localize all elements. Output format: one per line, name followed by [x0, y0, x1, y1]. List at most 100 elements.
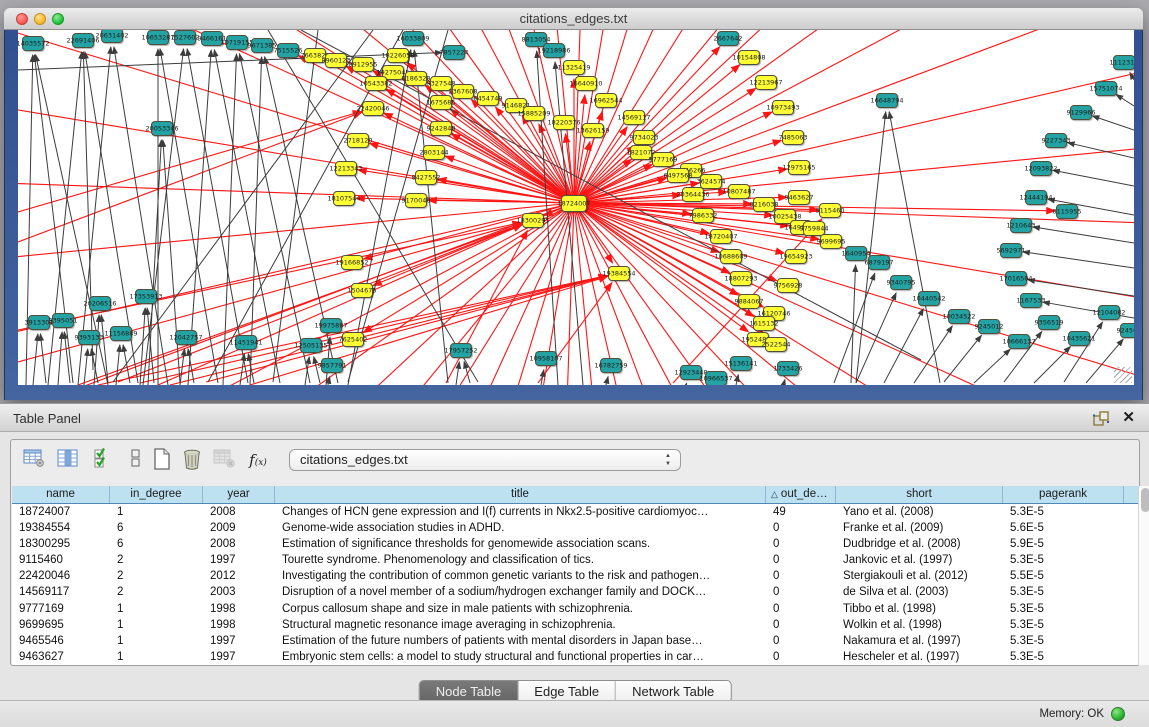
table-cell[interactable]: 0: [766, 520, 836, 536]
table-cell[interactable]: Tourette syndrome. Phenomenology and cla…: [275, 552, 766, 568]
graph-node[interactable]: 10435621: [1068, 331, 1090, 346]
graph-node[interactable]: 10440542: [918, 291, 940, 306]
tab-node-table[interactable]: Node Table: [420, 681, 519, 702]
table-cell[interactable]: 1998: [203, 617, 275, 633]
graph-node[interactable]: 18720407: [710, 229, 732, 244]
delete-column-button[interactable]: [179, 448, 205, 472]
graph-node[interactable]: 6497568: [667, 168, 689, 183]
graph-node[interactable]: 10653287: [147, 30, 169, 45]
table-cell[interactable]: 2: [110, 552, 203, 568]
table-cell[interactable]: Yano et al. (2008): [836, 504, 1003, 520]
table-cell[interactable]: 1997: [203, 649, 275, 665]
graph-node[interactable]: 16640910: [575, 76, 597, 91]
table-cell[interactable]: Franke et al. (2009): [836, 520, 1003, 536]
show-columns-button[interactable]: [55, 448, 81, 472]
table-cell[interactable]: 1: [110, 504, 203, 520]
table-cell[interactable]: 0: [766, 617, 836, 633]
table-cell[interactable]: 5.3E-5: [1003, 584, 1124, 600]
deselect-all-button[interactable]: [123, 448, 149, 472]
graph-node[interactable]: 1167533: [1020, 293, 1042, 308]
graph-node[interactable]: 9756928: [777, 278, 799, 293]
graph-node[interactable]: 16782759: [600, 358, 622, 373]
table-cell[interactable]: Changes of HCN gene expression and I(f) …: [275, 504, 766, 520]
close-panel-icon[interactable]: ✕: [1122, 408, 1135, 426]
graph-node[interactable]: 8454749: [477, 91, 499, 106]
graph-node[interactable]: 18807293: [730, 271, 752, 286]
graph-node[interactable]: 9115460: [819, 203, 841, 218]
table-cell[interactable]: 1997: [203, 552, 275, 568]
table-row[interactable]: 977716911998Corpus callosum shape and si…: [12, 601, 1138, 617]
graph-node[interactable]: 12042757: [175, 330, 197, 345]
create-column-button[interactable]: [149, 448, 175, 472]
table-cell[interactable]: 9463627: [12, 649, 110, 665]
graph-node[interactable]: 9393133: [78, 330, 100, 345]
table-cell[interactable]: 0: [766, 568, 836, 584]
graph-node[interactable]: 18226058: [387, 48, 409, 63]
graph-node[interactable]: 19166852: [341, 255, 363, 270]
graph-node[interactable]: 15136141: [730, 356, 752, 371]
graph-node[interactable]: 1675685: [430, 95, 452, 110]
graph-node[interactable]: 10719155: [226, 35, 248, 50]
graph-node[interactable]: 1112312: [1113, 55, 1134, 70]
graph-node[interactable]: 14035572: [22, 36, 44, 51]
table-cell[interactable]: 5.3E-5: [1003, 649, 1124, 665]
resize-grip-icon[interactable]: [1114, 367, 1132, 383]
graph-node[interactable]: 18300295: [522, 213, 544, 228]
graph-node[interactable]: 2718120: [347, 133, 369, 148]
graph-node[interactable]: 9245012: [978, 319, 1000, 334]
graph-node[interactable]: 10958107: [535, 351, 557, 366]
table-cell[interactable]: 5.6E-5: [1003, 520, 1124, 536]
table-cell[interactable]: 2: [110, 568, 203, 584]
graph-node[interactable]: 15751074: [1095, 81, 1117, 96]
table-cell[interactable]: 5.3E-5: [1003, 601, 1124, 617]
graph-node[interactable]: 1640954: [845, 246, 867, 261]
graph-node[interactable]: 16033809: [402, 31, 424, 46]
table-cell[interactable]: 5.3E-5: [1003, 552, 1124, 568]
table-cell[interactable]: 2012: [203, 568, 275, 584]
graph-node[interactable]: 9170046: [405, 193, 427, 208]
table-cell[interactable]: 19384554: [12, 520, 110, 536]
graph-node[interactable]: 10154808: [738, 50, 760, 65]
graph-node[interactable]: 10666137: [1008, 334, 1030, 349]
graph-node[interactable]: 22420046: [362, 101, 384, 116]
table-row[interactable]: 1456911722003Disruption of a novel membe…: [12, 584, 1138, 600]
column-header-pagerank[interactable]: pagerank: [1003, 486, 1124, 503]
table-cell[interactable]: 9465546: [12, 633, 110, 649]
graph-node[interactable]: 19384554: [608, 266, 630, 281]
graph-node[interactable]: 2667642: [717, 31, 739, 46]
table-cell[interactable]: Wolkin et al. (1998): [836, 617, 1003, 633]
table-row[interactable]: 1938455462009Genome-wide association stu…: [12, 520, 1138, 536]
graph-node[interactable]: 12104082: [1098, 305, 1120, 320]
graph-node[interactable]: 6879197: [868, 255, 890, 270]
table-cell[interactable]: de Silva et al. (2003): [836, 584, 1003, 600]
graph-node[interactable]: 17016504: [1005, 271, 1027, 286]
graph-node[interactable]: 20053346: [151, 121, 173, 136]
graph-node[interactable]: 9245032: [1120, 323, 1134, 338]
graph-node[interactable]: 5692971: [1000, 243, 1022, 258]
graph-node[interactable]: 1504675: [351, 283, 373, 298]
graph-node[interactable]: 9340795: [890, 275, 912, 290]
graph-node[interactable]: 9356519: [1038, 315, 1060, 330]
table-row[interactable]: 911546021997Tourette syndrome. Phenomeno…: [12, 552, 1138, 568]
table-cell[interactable]: 18724007: [12, 504, 110, 520]
table-cell[interactable]: 22420046: [12, 568, 110, 584]
graph-node[interactable]: 10966537: [705, 371, 727, 385]
graph-node[interactable]: 3624574: [700, 174, 722, 189]
graph-node[interactable]: 8427552: [415, 170, 437, 185]
graph-node[interactable]: 9463627: [788, 190, 810, 205]
graph-node[interactable]: 1527602: [174, 30, 196, 45]
table-cell[interactable]: 2: [110, 584, 203, 600]
graph-node[interactable]: 15885209: [523, 106, 545, 121]
graph-node[interactable]: 12213967: [755, 75, 777, 90]
table-mode-button[interactable]: [21, 448, 47, 472]
table-cell[interactable]: Structural magnetic resonance image aver…: [275, 617, 766, 633]
table-cell[interactable]: 2008: [203, 536, 275, 552]
graph-node[interactable]: 10543382: [365, 76, 387, 91]
graph-node[interactable]: 11156889: [110, 326, 132, 341]
table-row[interactable]: 1872400712008Changes of HCN gene express…: [12, 504, 1138, 520]
table-cell[interactable]: 0: [766, 536, 836, 552]
column-header-in_degree[interactable]: in_degree: [110, 486, 203, 503]
column-header-title[interactable]: title: [275, 486, 766, 503]
graph-node[interactable]: 16962544: [595, 93, 617, 108]
table-cell[interactable]: 18300295: [12, 536, 110, 552]
